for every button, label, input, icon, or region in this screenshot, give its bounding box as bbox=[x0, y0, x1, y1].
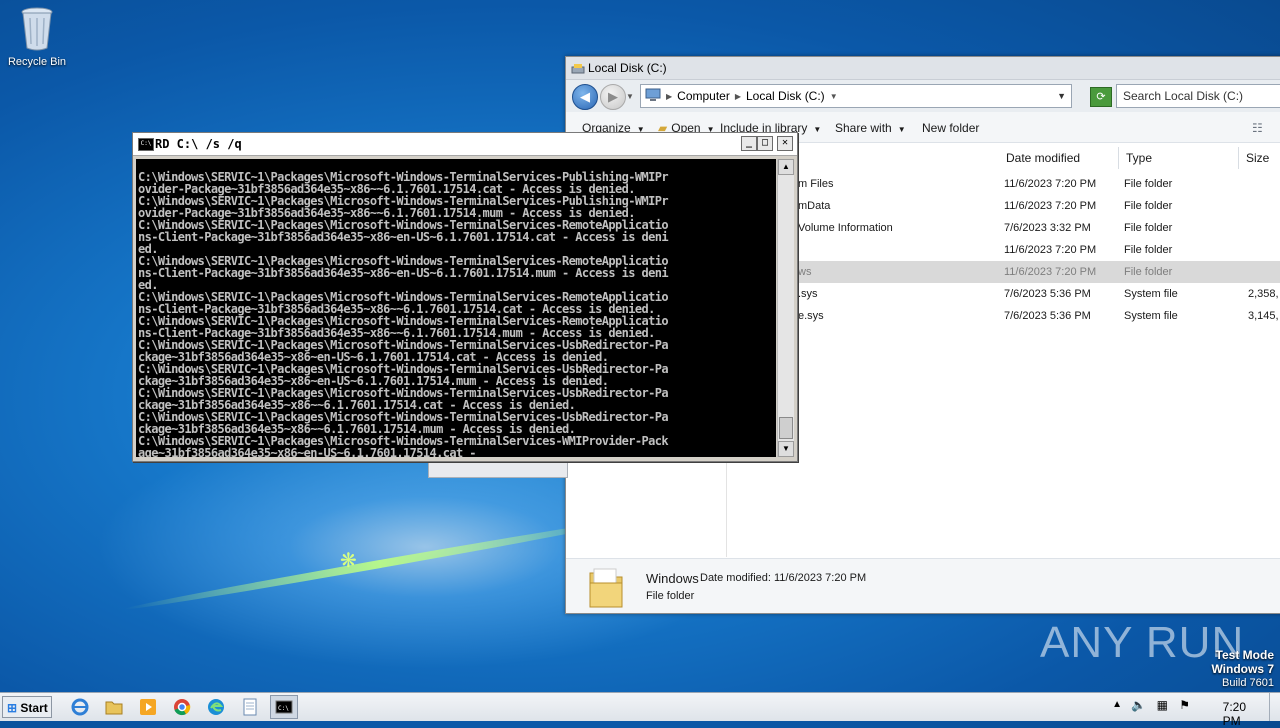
file-date: 7/6/2023 5:36 PM bbox=[1004, 310, 1091, 322]
breadcrumb-local-disk[interactable]: Local Disk (C:) bbox=[746, 89, 825, 103]
refresh-button[interactable]: ⟳ bbox=[1090, 87, 1112, 107]
file-name: m Files bbox=[798, 178, 834, 190]
show-desktop-button[interactable] bbox=[1269, 693, 1280, 721]
column-type[interactable]: Type bbox=[1120, 147, 1239, 169]
recycle-bin-icon bbox=[19, 6, 55, 52]
file-type: File folder bbox=[1124, 178, 1173, 190]
cmd-icon: C:\ bbox=[138, 138, 154, 151]
column-date-modified[interactable]: Date modified bbox=[1000, 147, 1119, 169]
file-date: 11/6/2023 7:20 PM bbox=[1004, 244, 1097, 256]
recycle-bin-shortcut[interactable]: Recycle Bin bbox=[6, 6, 68, 68]
recent-pages-icon[interactable]: ▼ bbox=[626, 92, 634, 101]
file-type: File folder bbox=[1124, 222, 1173, 234]
file-date: 7/6/2023 5:36 PM bbox=[1004, 288, 1091, 300]
file-name: ws bbox=[798, 266, 812, 278]
new-folder-button[interactable]: New folder bbox=[922, 121, 979, 135]
details-pane: Windows Date modified: 11/6/2023 7:20 PM… bbox=[566, 558, 1280, 613]
ie-icon[interactable] bbox=[66, 695, 94, 719]
scroll-down-icon[interactable]: ▼ bbox=[778, 441, 794, 457]
start-button[interactable]: ⊞ Start bbox=[2, 696, 52, 718]
file-name: Volume Information bbox=[798, 222, 893, 234]
network-icon[interactable]: ▦ bbox=[1157, 698, 1168, 712]
forward-button[interactable]: ▶ bbox=[600, 84, 626, 110]
cmd-console[interactable]: C:\Windows\SERVIC~1\Packages\Microsoft-W… bbox=[136, 159, 776, 457]
address-bar-row: ◀ ▶ ▼ ▶ Computer ▶ Local Disk (C:) ▼ ▼ ⟳… bbox=[566, 80, 1280, 112]
details-name: Windows bbox=[646, 571, 699, 586]
address-box[interactable]: ▶ Computer ▶ Local Disk (C:) ▼ ▼ bbox=[640, 84, 1072, 108]
file-list[interactable]: Date modified Type Size m Files 11/6/2023… bbox=[728, 143, 1280, 557]
console-line: ns-Client-Package~31bf3856ad364e35~x86~e… bbox=[138, 266, 669, 280]
recycle-bin-label: Recycle Bin bbox=[7, 56, 67, 68]
volume-icon[interactable]: 🔈 bbox=[1131, 698, 1146, 712]
cmd-scrollbar[interactable]: ▲ ▼ bbox=[777, 159, 794, 457]
details-modified: Date modified: 11/6/2023 7:20 PM bbox=[700, 572, 867, 584]
file-type: File folder bbox=[1124, 266, 1173, 278]
file-size: 3,145, bbox=[1248, 310, 1279, 322]
explorer-title: Local Disk (C:) bbox=[588, 61, 667, 75]
explorer-title-bar[interactable]: Local Disk (C:) bbox=[566, 57, 1280, 80]
view-options-icon[interactable]: ☷ bbox=[1252, 121, 1263, 135]
notepad-icon[interactable] bbox=[236, 695, 264, 719]
file-name: mData bbox=[798, 200, 831, 212]
file-row[interactable]: ws 11/6/2023 7:20 PM File folder bbox=[728, 261, 1280, 283]
file-row[interactable]: mData 11/6/2023 7:20 PM File folder bbox=[728, 195, 1280, 217]
tray-expand-icon[interactable]: ▲ bbox=[1112, 699, 1122, 710]
column-size[interactable]: Size bbox=[1240, 147, 1280, 169]
file-name: e.sys bbox=[798, 310, 824, 322]
test-mode-line1: Test Mode bbox=[1215, 648, 1274, 662]
chrome-icon[interactable] bbox=[168, 695, 196, 719]
file-size: 2,358, bbox=[1248, 288, 1279, 300]
address-dropdown-icon[interactable]: ▼ bbox=[1057, 91, 1066, 101]
breadcrumb-computer[interactable]: Computer bbox=[677, 89, 730, 103]
cmd-title-bar[interactable]: C:\ RD C:\ /s /q _ □ ✕ bbox=[133, 133, 797, 156]
file-type: File folder bbox=[1124, 200, 1173, 212]
file-type: File folder bbox=[1124, 244, 1173, 256]
file-date: 11/6/2023 7:20 PM bbox=[1004, 200, 1097, 212]
search-input[interactable]: Search Local Disk (C:) bbox=[1116, 84, 1280, 108]
maximize-button[interactable]: □ bbox=[757, 136, 773, 151]
computer-icon bbox=[645, 88, 661, 105]
action-center-icon[interactable]: ⚑ bbox=[1179, 698, 1190, 712]
test-mode-line3: Build 7601 bbox=[1222, 677, 1274, 689]
test-mode-notice: Test Mode Windows 7 Build 7601 bbox=[1211, 648, 1274, 690]
file-type: System file bbox=[1124, 310, 1178, 322]
media-player-icon[interactable] bbox=[134, 695, 162, 719]
file-row[interactable]: m Files 11/6/2023 7:20 PM File folder bbox=[728, 173, 1280, 195]
file-row[interactable]: .sys 7/6/2023 5:36 PM System file 2,358, bbox=[728, 283, 1280, 305]
file-name: .sys bbox=[798, 288, 818, 300]
file-date: 11/6/2023 7:20 PM bbox=[1004, 266, 1097, 278]
file-row[interactable]: Volume Information 7/6/2023 3:32 PM File f… bbox=[728, 217, 1280, 239]
windows-flag-icon: ⊞ bbox=[7, 701, 18, 715]
windows-logo-icon: ❋ bbox=[340, 550, 357, 572]
file-type: System file bbox=[1124, 288, 1178, 300]
file-row[interactable]: e.sys 7/6/2023 5:36 PM System file 3,145, bbox=[728, 305, 1280, 327]
minimize-button[interactable]: _ bbox=[741, 136, 757, 151]
svg-text:C:\: C:\ bbox=[278, 705, 289, 712]
test-mode-line2: Windows 7 bbox=[1211, 662, 1274, 676]
taskbar: ⊞ Start C:\ ▲ 🔈 ▦ ⚑ 7:20 PM bbox=[0, 692, 1280, 728]
file-date: 11/6/2023 7:20 PM bbox=[1004, 178, 1097, 190]
file-date: 7/6/2023 3:32 PM bbox=[1004, 222, 1091, 234]
edge-icon[interactable] bbox=[202, 695, 230, 719]
back-button[interactable]: ◀ bbox=[572, 84, 598, 110]
console-line: age~31bf3856ad364e35~x86~en-US~6.1.7601.… bbox=[138, 446, 476, 457]
close-button[interactable]: ✕ bbox=[777, 136, 793, 151]
details-type: File folder bbox=[646, 590, 695, 602]
scroll-thumb[interactable] bbox=[779, 417, 793, 439]
cmd-window[interactable]: C:\ RD C:\ /s /q _ □ ✕ C:\Windows\SERVIC… bbox=[132, 132, 798, 462]
folder-icon bbox=[586, 565, 626, 612]
share-with-label: Share with bbox=[835, 121, 892, 135]
scroll-up-icon[interactable]: ▲ bbox=[778, 159, 794, 175]
cmd-title: RD C:\ /s /q bbox=[155, 137, 242, 151]
cmd-taskbar-icon[interactable]: C:\ bbox=[270, 695, 298, 719]
clock[interactable]: 7:20 PM bbox=[1223, 700, 1246, 728]
start-label: Start bbox=[20, 701, 48, 715]
file-row[interactable]: 11/6/2023 7:20 PM File folder bbox=[728, 239, 1280, 261]
console-line: ns-Client-Package~31bf3856ad364e35~x86~e… bbox=[138, 230, 669, 244]
explorer-icon[interactable] bbox=[100, 695, 128, 719]
share-with-button[interactable]: Share with ▼ bbox=[835, 121, 906, 135]
